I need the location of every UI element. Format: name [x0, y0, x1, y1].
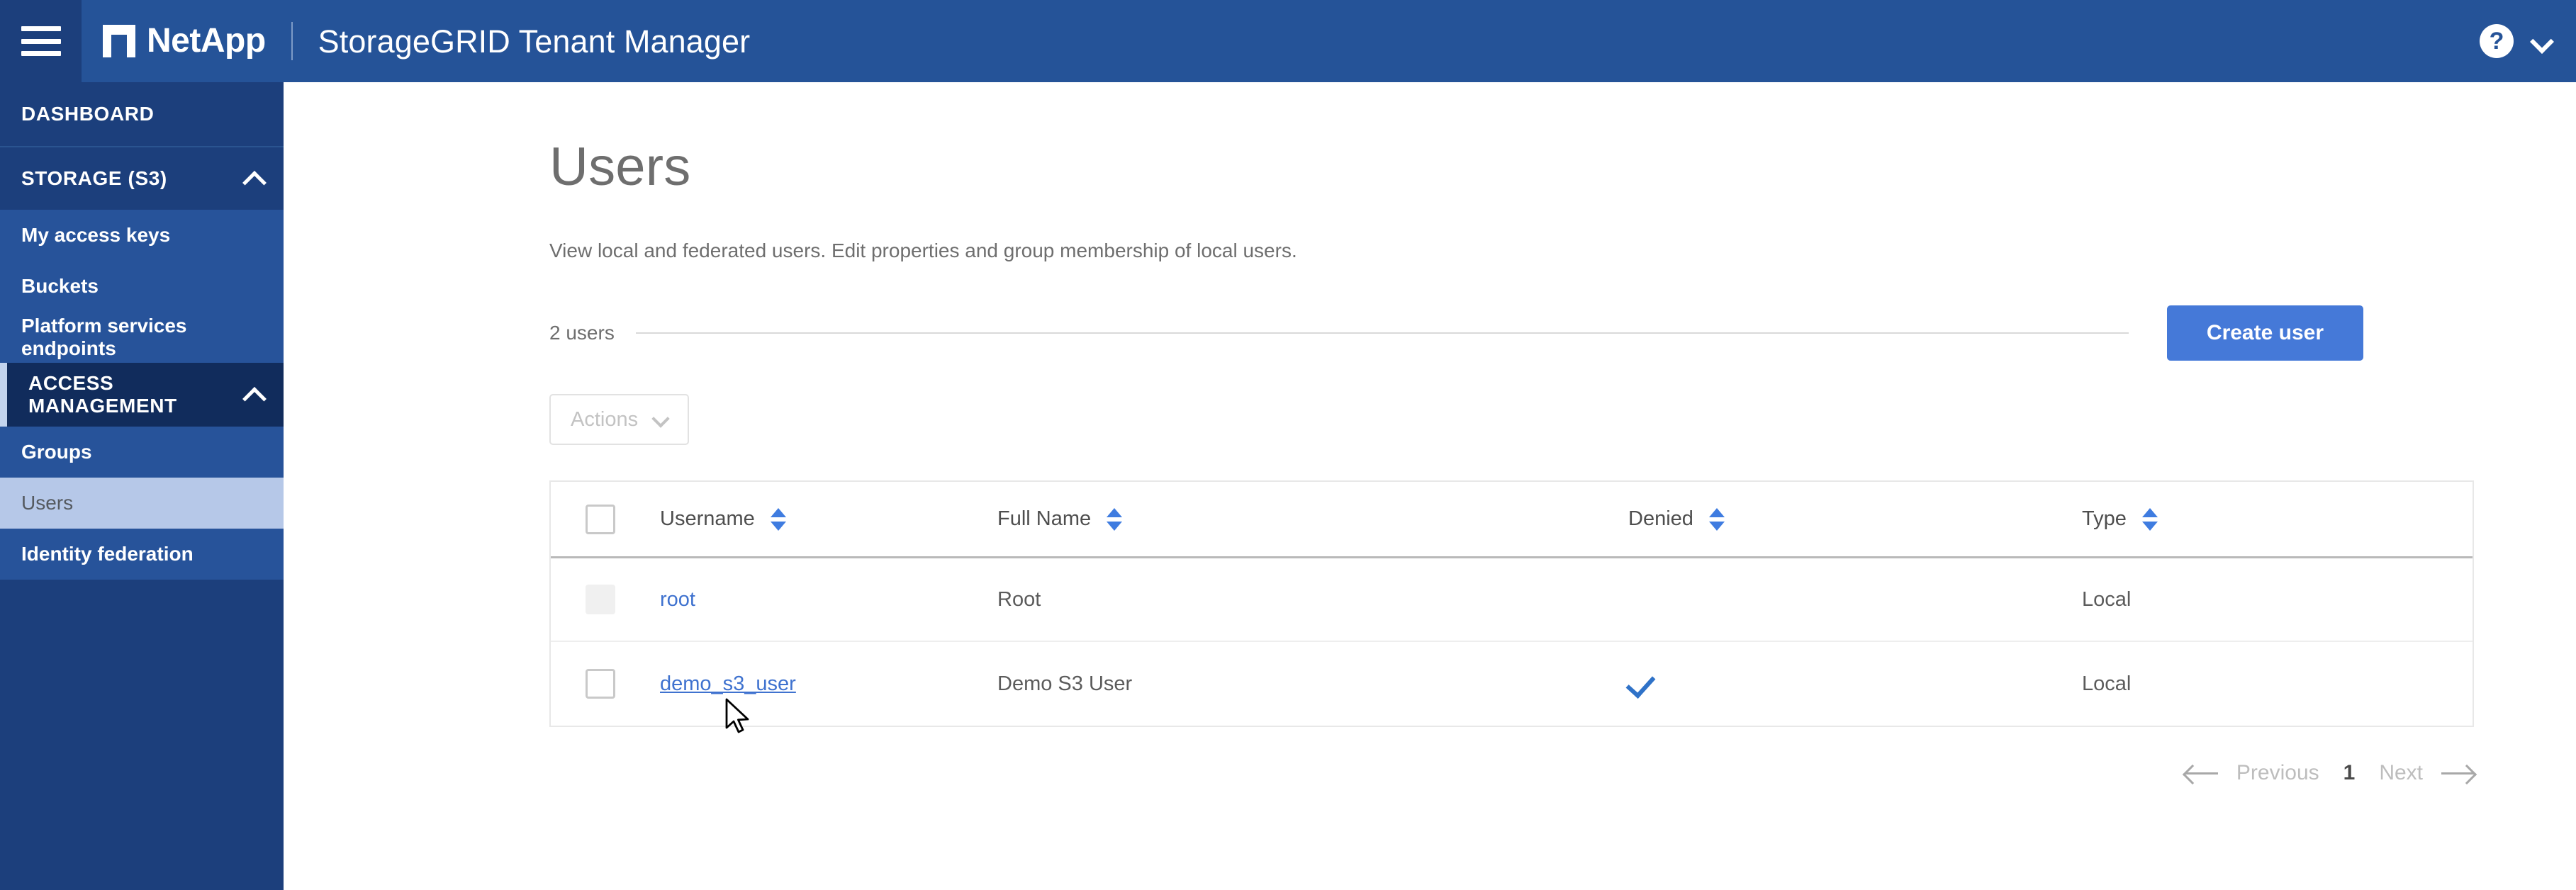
main-content: Users View local and federated users. Ed… [284, 82, 2576, 890]
sidebar-item-buckets[interactable]: Buckets [0, 261, 284, 312]
sidebar-section-access-management[interactable]: ACCESS MANAGEMENT [0, 363, 284, 427]
row-checkbox [586, 585, 615, 614]
sidebar-item-label: Users [21, 492, 74, 514]
sort-icon-denied[interactable] [1708, 507, 1725, 531]
actions-dropdown-button[interactable]: Actions [549, 394, 690, 445]
page-title: Users [549, 137, 691, 197]
sidebar-section-label: STORAGE (S3) [21, 167, 167, 189]
username-link[interactable]: demo_s3_user [660, 672, 796, 695]
top-header-bar: NetApp StorageGRID Tenant Manager ? [0, 0, 2576, 82]
sidebar-section-label: ACCESS MANAGEMENT [28, 372, 177, 417]
row-select-cell [551, 585, 650, 614]
type-text: Local [2082, 672, 2132, 695]
sidebar-item-label: Groups [21, 441, 92, 463]
sidebar-item-my-access-keys[interactable]: My access keys [0, 210, 284, 261]
brand-divider [291, 22, 293, 60]
select-all-checkbox[interactable] [586, 504, 615, 534]
column-header-denied[interactable]: Denied [1628, 507, 2082, 531]
column-header-fullname[interactable]: Full Name [997, 507, 1628, 531]
sidebar-item-label: Identity federation [21, 543, 194, 565]
sort-icon-username[interactable] [770, 507, 786, 531]
horizontal-rule [635, 332, 2129, 334]
cell-denied [1628, 669, 2082, 699]
previous-page-button[interactable]: Previous [2236, 761, 2319, 785]
column-header-label: Type [2082, 507, 2127, 530]
create-user-button[interactable]: Create user [2166, 305, 2363, 361]
chevron-up-icon [244, 169, 264, 188]
table-header-row: Username Full Name Denied Type [551, 482, 2473, 558]
actions-row: Actions [549, 394, 2363, 445]
header-right-controls: ? [2480, 24, 2550, 58]
cell-type: Local [2082, 588, 2436, 612]
sort-icon-type[interactable] [2141, 507, 2158, 531]
column-header-label: Denied [1628, 507, 1693, 530]
cell-username: demo_s3_user [650, 672, 997, 696]
type-text: Local [2082, 587, 2132, 611]
table-row: root Root Local [551, 558, 2473, 642]
chevron-down-icon[interactable] [2532, 32, 2550, 50]
sidebar-item-identity-federation[interactable]: Identity federation [0, 529, 284, 580]
pagination: Previous 1 Next [549, 761, 2474, 785]
row-checkbox[interactable] [586, 669, 615, 699]
menu-toggle-button[interactable] [0, 0, 82, 82]
cell-fullname: Root [997, 588, 1628, 612]
column-header-username[interactable]: Username [650, 507, 997, 531]
sidebar-item-users[interactable]: Users [0, 478, 284, 529]
netapp-logo-icon [103, 25, 135, 59]
sidebar-nav: DASHBOARD STORAGE (S3) My access keys Bu… [0, 82, 284, 890]
cell-type: Local [2082, 672, 2436, 696]
app-title: StorageGRID Tenant Manager [318, 23, 751, 60]
cell-username: root [650, 588, 997, 612]
fullname-text: Root [997, 587, 1041, 611]
sidebar-item-label: DASHBOARD [21, 103, 155, 125]
actions-button-label: Actions [571, 407, 639, 431]
next-page-button[interactable]: Next [2379, 761, 2423, 785]
fullname-text: Demo S3 User [997, 672, 1133, 695]
tenant-manager-page: NetApp StorageGRID Tenant Manager ? DASH… [0, 0, 2576, 890]
column-header-label: Username [660, 507, 755, 530]
sidebar-item-label: Buckets [21, 275, 99, 297]
page-description: View local and federated users. Edit pro… [549, 240, 1297, 261]
chevron-down-icon [654, 412, 668, 427]
table-row: demo_s3_user Demo S3 User Local [551, 642, 2473, 726]
sort-icon-fullname[interactable] [1107, 507, 1123, 531]
chevron-up-icon [244, 385, 264, 405]
sidebar-item-groups[interactable]: Groups [0, 427, 284, 478]
arrow-left-icon[interactable] [2185, 762, 2218, 784]
users-table: Username Full Name Denied Type root Root… [549, 480, 2474, 727]
username-link[interactable]: root [660, 588, 695, 611]
sidebar-item-dashboard[interactable]: DASHBOARD [0, 82, 284, 146]
netapp-brand-text: NetApp [147, 22, 266, 60]
arrow-right-icon[interactable] [2441, 762, 2474, 784]
row-select-cell [551, 669, 650, 699]
check-icon [1628, 669, 1655, 696]
page-number-1[interactable]: 1 [2343, 761, 2356, 785]
brand-area: NetApp StorageGRID Tenant Manager [103, 0, 750, 82]
user-count-label: 2 users [549, 322, 615, 344]
sidebar-section-storage[interactable]: STORAGE (S3) [0, 146, 284, 210]
help-icon[interactable]: ? [2480, 24, 2514, 58]
column-header-label: Full Name [997, 507, 1092, 530]
cell-fullname: Demo S3 User [997, 672, 1628, 696]
sidebar-item-label: Platform services endpoints [21, 315, 187, 359]
column-header-type[interactable]: Type [2082, 507, 2436, 531]
hamburger-icon [21, 26, 61, 56]
select-all-cell [551, 504, 650, 534]
count-row: 2 users Create user [549, 305, 2363, 361]
sidebar-item-label: My access keys [21, 224, 171, 246]
sidebar-item-platform-services-endpoints[interactable]: Platform services endpoints [0, 312, 284, 363]
